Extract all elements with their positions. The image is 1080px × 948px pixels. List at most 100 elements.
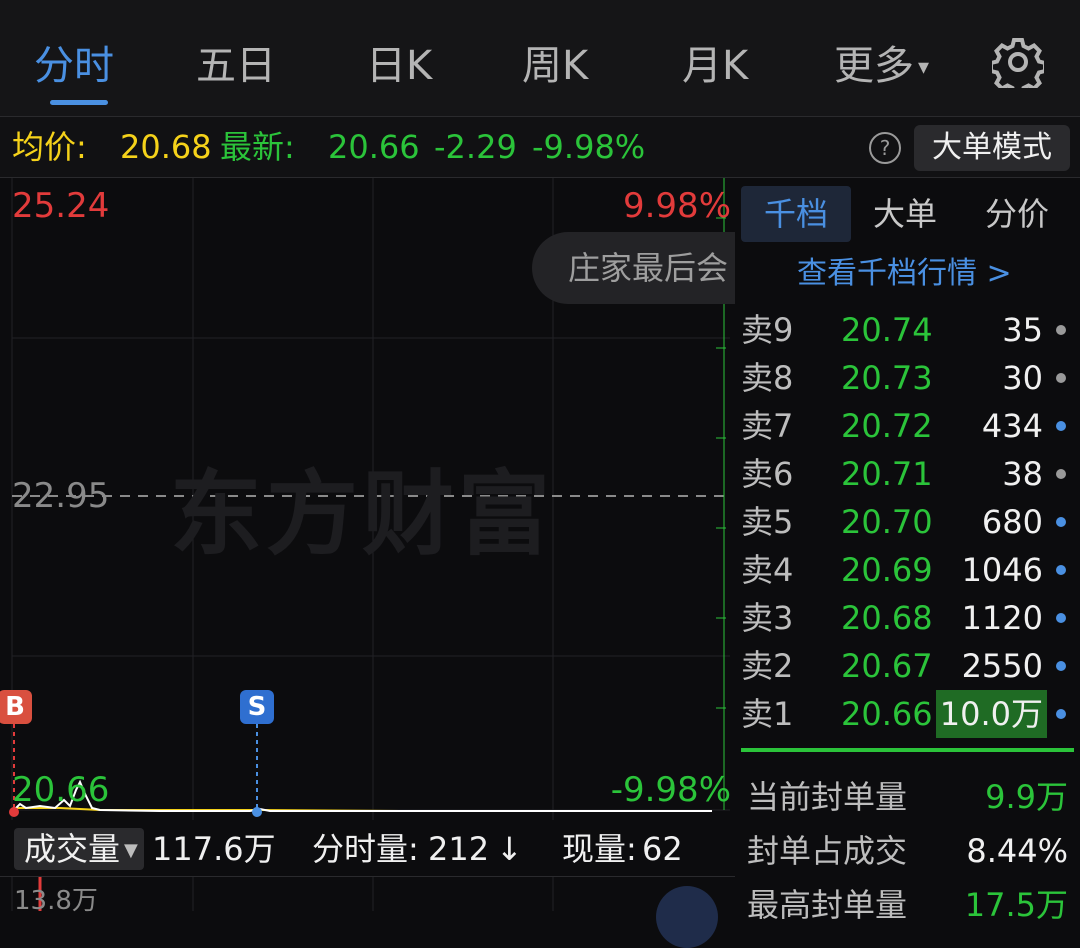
minute-volume-label: 分时量: [312,830,419,868]
pct-low-label: -9.98% [610,770,731,810]
volume-axis-label: 13.8万 [14,886,98,916]
level-price: 20.70 [841,503,933,541]
tab-weekly-k[interactable]: 周K [522,36,588,96]
tab-big-orders[interactable]: 大单 [873,186,937,242]
current-volume-value: 62 [642,830,683,868]
dot-icon [1056,613,1066,623]
order-book-row: 卖2 20.67 2550 [737,642,1080,690]
level-price: 20.69 [841,551,933,589]
level-price: 20.72 [841,407,933,445]
caret-down-icon: ▾ [918,55,930,80]
tab-thousand-levels[interactable]: 千档 [741,186,851,242]
order-book-row: 卖6 20.71 38 [737,450,1080,498]
total-volume: 117.6万 [152,830,276,868]
latest-price-value: 20.66 [328,128,420,166]
gear-icon[interactable] [992,36,1044,88]
level-label: 卖1 [741,695,794,733]
caret-down-icon: ▼ [124,840,138,861]
order-book-row: 卖8 20.73 30 [737,354,1080,402]
stat-value: 9.9万 [985,778,1068,816]
dot-icon [1056,661,1066,671]
level-volume: 30 [1002,359,1043,397]
view-thousand-levels-link[interactable]: 查看千档行情 > [797,248,1012,292]
minute-volume-value: 212 [428,830,490,868]
stat-label: 当前封单量 [747,778,908,816]
level-price: 20.66 [841,695,933,733]
seal-volume-row: 当前封单量 9.9万 [737,770,1080,824]
quote-bar: 均价: 20.68 最新: 20.66 -2.29 -9.98% ? 大单模式 [0,117,1080,178]
seal-ratio-row: 封单占成交 8.44% [737,824,1080,878]
level-volume: 38 [1002,455,1043,493]
big-order-mode-button[interactable]: 大单模式 [914,125,1070,171]
floating-action-button[interactable] [656,886,718,948]
order-book-row: 卖5 20.70 680 [737,498,1080,546]
level-price: 20.73 [841,359,933,397]
prev-close-label: 22.95 [12,476,110,516]
buy-marker[interactable]: B [0,690,32,724]
avg-price-label: 均价: [12,128,87,166]
stat-value: 17.5万 [964,886,1068,924]
order-book-row: 卖4 20.69 1046 [737,546,1080,594]
dot-icon [1056,325,1066,335]
volume-bar: 成交量 ▼ 117.6万 分时量: 212 ↓ 现量: 62 [0,822,735,876]
watermark: 东方财富 [170,461,555,568]
price-change-pct: -9.98% [532,128,646,166]
tab-intraday[interactable]: 分时 [34,36,114,96]
level-label: 卖3 [741,599,794,637]
stat-label: 封单占成交 [747,832,908,870]
avg-price-value: 20.68 [120,128,212,166]
level-label: 卖4 [741,551,794,589]
dot-icon [1056,517,1066,527]
level-volume: 1120 [961,599,1043,637]
dot-icon [1056,469,1066,479]
current-volume-label: 现量: [562,830,637,868]
level-volume: 35 [1002,311,1043,349]
level-volume: 2550 [961,647,1043,685]
level-label: 卖8 [741,359,794,397]
level-price: 20.71 [841,455,933,493]
level-volume: 680 [981,503,1043,541]
price-high-label: 25.24 [12,186,110,226]
sell-point [252,807,262,817]
tab-daily-k[interactable]: 日K [366,36,432,96]
level-price: 20.68 [841,599,933,637]
level-label: 卖5 [741,503,794,541]
order-book-row: 卖3 20.68 1120 [737,594,1080,642]
order-book-row: 卖9 20.74 35 [737,306,1080,354]
dot-icon [1056,421,1066,431]
tab-monthly-k[interactable]: 月K [682,36,748,96]
chart-period-tabs: 分时 五日 日K 周K 月K 更多 ▾ [0,0,1080,117]
price-line [13,779,712,812]
sell-marker[interactable]: S [240,690,274,724]
tab-price-distribution[interactable]: 分价 [985,186,1049,242]
level-price: 20.74 [841,311,933,349]
indicator-select[interactable]: 成交量 ▼ [14,828,144,870]
order-book-row: 卖7 20.72 434 [737,402,1080,450]
price-low-label: 20.66 [12,770,110,810]
dot-icon [1056,373,1066,383]
intraday-chart[interactable]: 东方财富 25.24 9.98% 庄家最后会 22.95 20.66 -9.98… [0,178,735,820]
tab-five-day[interactable]: 五日 [196,36,276,96]
price-change: -2.29 [434,128,517,166]
down-arrow-icon: ↓ [496,830,523,868]
order-book-divider [741,748,1074,752]
level-label: 卖7 [741,407,794,445]
dot-icon [1056,565,1066,575]
stat-label: 最高封单量 [747,886,908,924]
level-volume: 10.0万 [935,690,1047,738]
indicator-select-label: 成交量 [24,830,121,868]
promo-banner[interactable]: 庄家最后会 [532,232,735,304]
stat-value: 8.44% [966,832,1068,870]
help-icon[interactable]: ? [869,132,901,164]
tab-more[interactable]: 更多 ▾ [834,36,929,96]
volume-chart-grid [11,877,554,911]
level-label: 卖6 [741,455,794,493]
tab-more-label: 更多 [834,43,914,89]
order-book-row: 卖1 20.66 10.0万 [737,690,1080,738]
volume-chart[interactable] [0,876,735,911]
latest-price-label: 最新: [220,128,295,166]
pct-high-label: 9.98% [622,186,731,226]
level-price: 20.67 [841,647,933,685]
level-volume: 434 [981,407,1043,445]
order-book-panel: 千档 大单 分价 查看千档行情 > 卖9 20.74 35 卖8 20.73 3… [737,178,1080,924]
